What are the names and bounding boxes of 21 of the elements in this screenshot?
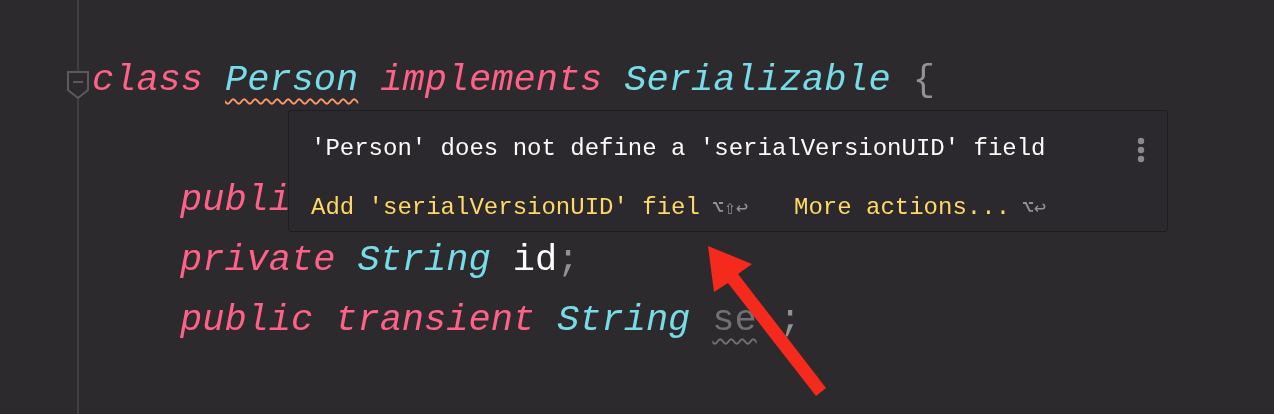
type-name-token: String	[357, 238, 491, 283]
type-name-token: String	[557, 298, 691, 343]
shortcut-hint: ⌥⇧↩	[711, 197, 748, 220]
keyword-token: publi	[180, 178, 292, 223]
more-icon[interactable]	[1137, 137, 1145, 163]
shortcut-hint: ⌥↩	[1022, 197, 1047, 220]
identifier-token: id	[512, 238, 558, 283]
identifier-token: se	[712, 298, 757, 343]
warning-message: 'Person' does not define a 'serialVersionUID' field	[311, 134, 1046, 164]
keyword-token: private	[180, 238, 336, 283]
punctuation-token: ;	[557, 238, 580, 283]
keyword-token: implements	[380, 58, 603, 103]
punctuation-token: {	[912, 58, 935, 103]
action-link[interactable]: More actions...	[794, 194, 1011, 221]
punctuation-token: ;	[778, 298, 802, 343]
action-link[interactable]: Add 'serialVersionUID' fiel	[311, 194, 700, 221]
keyword-token: public	[180, 298, 314, 343]
type-name-token: Serializable	[624, 58, 891, 103]
type-name-token: Person	[225, 58, 359, 103]
keyword-token: transient	[335, 298, 536, 343]
keyword-token: class	[92, 58, 204, 103]
